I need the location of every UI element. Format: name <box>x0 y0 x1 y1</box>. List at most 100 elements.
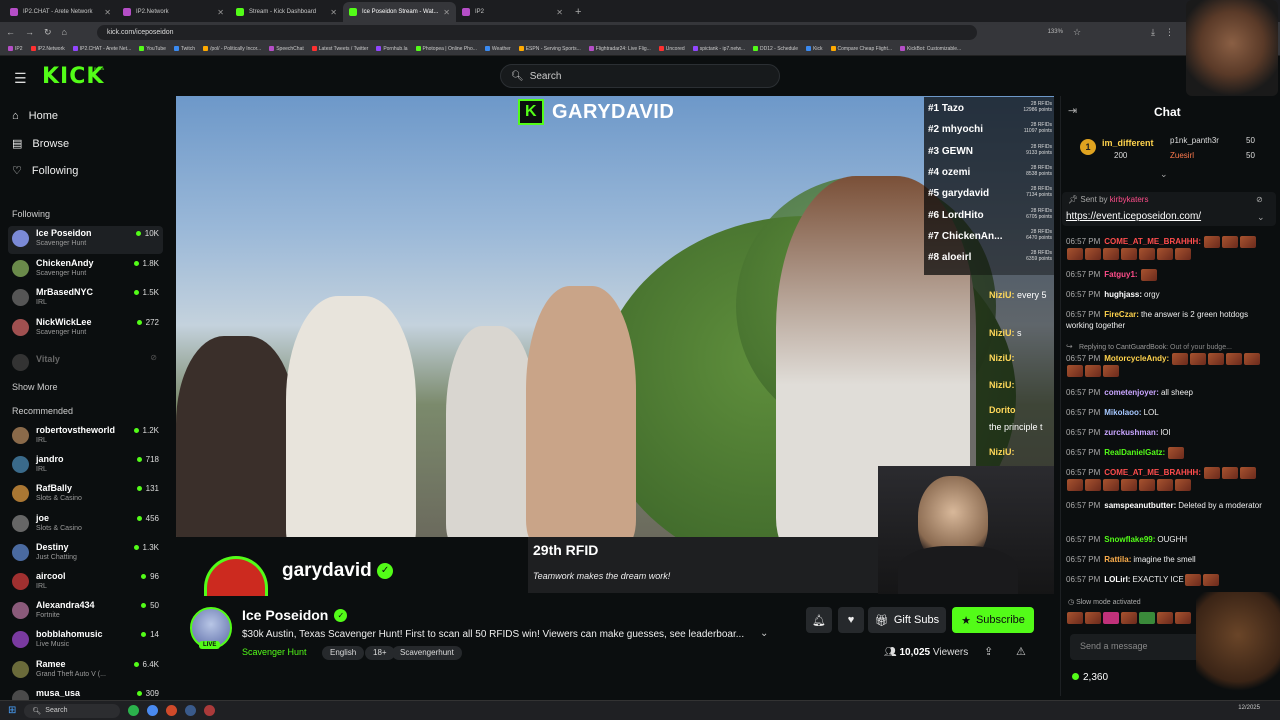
sidebar-channel-item[interactable]: Ramee Grand Theft Auto V (... 6.4K <box>8 657 163 685</box>
bookmark-item[interactable]: DD12 - Schedule <box>753 46 798 52</box>
browser-tab[interactable]: IP2.CHAT - Arete Network ✕ <box>4 2 117 22</box>
hamburger-menu-icon[interactable]: ☰ <box>14 70 27 87</box>
sidebar-channel-item[interactable]: bobblahomusic Live Music 14 <box>8 627 163 655</box>
emote-icon[interactable] <box>1139 612 1155 624</box>
gifter-name[interactable]: im_different <box>1102 138 1154 148</box>
bookmark-star-icon[interactable]: ☆ <box>1073 27 1081 38</box>
close-icon[interactable]: ✕ <box>217 8 224 17</box>
channel-points[interactable]: 2,360 <box>1072 672 1108 683</box>
bookmark-item[interactable]: SpeechChat <box>269 46 304 52</box>
home-icon[interactable]: ⌂ <box>62 27 67 37</box>
close-icon[interactable]: ✕ <box>104 8 111 17</box>
reload-icon[interactable]: ↻ <box>44 27 52 38</box>
url-field[interactable]: kick.com/iceposeidon <box>96 24 977 40</box>
tag[interactable]: 18+ <box>365 646 395 660</box>
download-icon[interactable]: ⤓ <box>1151 27 1155 38</box>
bookmark-item[interactable]: Weather <box>484 46 511 52</box>
bookmark-item[interactable]: Latest Tweets / Twitter <box>311 46 368 52</box>
windows-start-icon[interactable]: ⊞ <box>8 705 16 716</box>
forward-icon[interactable]: → <box>25 27 34 37</box>
search-input[interactable]: 🔍︎ Search <box>500 64 780 88</box>
show-more-button[interactable]: Show More <box>12 382 58 392</box>
bookmark-item[interactable]: Photopea | Online Pho... <box>415 46 477 52</box>
emote-icon[interactable] <box>1121 612 1137 624</box>
browser-tab[interactable]: IP2 ✕ <box>456 2 569 22</box>
browser-tab[interactable]: Stream - Kick Dashboard ✕ <box>230 2 343 22</box>
bookmark-item[interactable]: IP2.Network <box>30 46 65 52</box>
sidebar-channel-item[interactable]: Destiny Just Chatting 1.3K <box>8 540 163 568</box>
bookmark-item[interactable]: IP2 <box>8 46 23 52</box>
taskbar-search[interactable]: 🔍︎ Search <box>24 703 121 718</box>
overlay-chat-line: NiziU: <box>989 380 1015 390</box>
zoom-level[interactable]: 133% <box>1048 29 1063 35</box>
share-icon[interactable]: ⇪ <box>984 645 993 658</box>
unpin-icon[interactable]: ⊘ <box>1256 195 1263 204</box>
gifter-name[interactable]: Zuesirl <box>1170 151 1194 160</box>
bookmark-item[interactable]: IP2.CHAT - Arete Net... <box>72 46 131 52</box>
emote-bar[interactable] <box>1066 612 1192 626</box>
emote-icon[interactable] <box>1085 612 1101 624</box>
app-icon[interactable] <box>204 705 216 716</box>
sidebar-channel-item[interactable]: jandro IRL 718 <box>8 452 163 480</box>
steam-icon[interactable] <box>185 705 197 716</box>
emote-icon[interactable] <box>1157 612 1173 624</box>
subscribe-button[interactable]: ★ Subscribe <box>952 607 1034 633</box>
nav-home[interactable]: ⌂ Home <box>12 110 58 122</box>
bookmark-item[interactable]: Kick <box>806 46 823 52</box>
nav-following[interactable]: ♡ Following <box>12 164 78 178</box>
back-icon[interactable]: ← <box>6 27 15 37</box>
sidebar-channel-item[interactable]: ChickenAndy Scavenger Hunt 1.8K <box>8 256 163 284</box>
channel-name[interactable]: Ice Poseidon ✓ <box>242 607 348 623</box>
sidebar-channel-item[interactable]: Ice Poseidon Scavenger Hunt 10K <box>8 226 163 254</box>
chevron-down-icon[interactable]: ⌄ <box>1257 212 1265 223</box>
sidebar-channel-item[interactable]: joe Slots & Casino 456 <box>8 511 163 539</box>
bookmark-item[interactable]: /pol/ - Politically Incor... <box>203 46 261 52</box>
stream-category[interactable]: Scavenger Hunt <box>242 647 307 657</box>
sidebar-channel-item[interactable]: aircool IRL 96 <box>8 569 163 597</box>
nav-browse[interactable]: ▤ Browse <box>12 137 69 151</box>
sidebar-channel-item[interactable]: Alexandra434 Fortnite 50 <box>8 598 163 626</box>
chrome-icon[interactable] <box>147 705 159 716</box>
bookmark-item[interactable]: Flightradar24: Live Flig... <box>588 46 651 52</box>
bookmark-item[interactable]: YouTube <box>139 46 166 52</box>
follow-heart-icon[interactable]: ♥ <box>838 607 864 633</box>
new-tab-icon[interactable]: + <box>569 6 587 22</box>
bookmark-item[interactable]: Uncored <box>658 46 685 52</box>
app-icon[interactable] <box>166 705 178 716</box>
bookmark-item[interactable]: Twitch <box>173 46 195 52</box>
bookmark-item[interactable]: ESPN - Serving Sports... <box>518 46 581 52</box>
emote-icon <box>1103 365 1119 377</box>
expand-gifters-icon[interactable]: ⌄ <box>1160 169 1168 180</box>
emote-icon[interactable] <box>1103 612 1119 624</box>
menu-icon[interactable]: ⋮ <box>1165 27 1174 38</box>
sidebar-item-offline[interactable]: Vitaly ⊘ <box>8 350 163 378</box>
gifter-name[interactable]: p1nk_panth3r <box>1170 136 1219 145</box>
sidebar-channel-item[interactable]: MrBasedNYC IRL 1.5K <box>8 285 163 313</box>
bookmark-item[interactable]: spictank - ip7.netw... <box>692 46 745 52</box>
emote-icon[interactable] <box>1175 612 1191 624</box>
pinned-link[interactable]: https://event.iceposeidon.com/ <box>1066 211 1201 222</box>
gift-subs-button[interactable]: 🎁︎ Gift Subs <box>868 607 946 633</box>
report-icon[interactable]: ⚠ <box>1016 645 1026 658</box>
bookmark-item[interactable]: KickBot: Customizable... <box>900 46 961 52</box>
browser-tab[interactable]: IP2.Network ✕ <box>117 2 230 22</box>
sidebar-channel-item[interactable]: robertovstheworld IRL 1.2K <box>8 423 163 451</box>
gifter-count: 200 <box>1114 151 1128 160</box>
chevron-down-icon[interactable]: ⌄ <box>760 628 768 639</box>
bookmark-item[interactable]: Pornhub.la <box>376 46 408 52</box>
bookmark-item[interactable]: Compare Cheap Flight... <box>830 46 892 52</box>
collapse-chat-icon[interactable]: ⇥ <box>1068 104 1077 117</box>
close-icon[interactable]: ✕ <box>443 8 450 17</box>
close-icon[interactable]: ✕ <box>556 8 563 17</box>
viewer-count: 50 <box>141 601 159 610</box>
bell-icon[interactable]: 🔔︎ <box>806 607 832 633</box>
stream-title: $30k Austin, Texas Scavenger Hunt! First… <box>242 629 745 640</box>
tag[interactable]: English <box>322 646 365 660</box>
sidebar-channel-item[interactable]: NickWickLee Scavenger Hunt 272 <box>8 315 163 343</box>
emote-icon[interactable] <box>1067 612 1083 624</box>
browser-tab-active[interactable]: Ice Poseidon Stream - Wat... ✕ <box>343 2 456 22</box>
close-icon[interactable]: ✕ <box>330 8 337 17</box>
spotify-icon[interactable] <box>128 705 140 716</box>
sidebar-channel-item[interactable]: RafBally Slots & Casino 131 <box>8 481 163 509</box>
tag[interactable]: Scavengerhunt <box>392 646 462 660</box>
